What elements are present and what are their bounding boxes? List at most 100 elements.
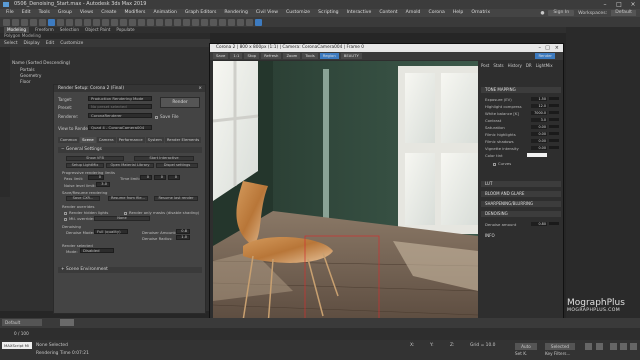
menu-content[interactable]: Content <box>379 9 397 17</box>
setup-lightmix-button[interactable]: Setup LightMix <box>66 163 104 168</box>
render-setup-icon[interactable] <box>237 18 244 26</box>
bloom-glare-header[interactable]: BLOOM AND GLARE <box>481 191 561 197</box>
menu-help[interactable]: Help <box>453 9 463 17</box>
percent-snap-icon[interactable] <box>156 18 163 26</box>
menu-modifiers[interactable]: Modifiers <box>124 9 145 17</box>
undo-icon[interactable] <box>3 18 10 26</box>
vfb-refresh-button[interactable]: Refresh <box>261 53 282 59</box>
move-icon[interactable] <box>84 18 91 26</box>
panel-tab-stats[interactable]: Stats <box>493 63 503 68</box>
info-header[interactable]: INFO <box>481 233 561 239</box>
sharpening-header[interactable]: SHARPENING/BLURRING <box>481 201 561 207</box>
save-cxr-button[interactable]: Save CXR... <box>66 196 100 201</box>
schematic-icon[interactable] <box>219 18 226 26</box>
render-frame-icon[interactable] <box>246 18 253 26</box>
set-key-button[interactable]: Set K. <box>515 351 527 356</box>
key-filters-button[interactable]: Key Filters... <box>545 351 570 356</box>
denoise-amount-slider[interactable] <box>549 222 559 225</box>
filmic-shadows-value[interactable]: 0.00 <box>531 139 547 143</box>
zoom-icon[interactable] <box>610 343 617 350</box>
vfb-save-button[interactable]: Save <box>213 53 229 59</box>
sign-in-button[interactable]: Sign In <box>548 10 575 16</box>
vfb-tools-button[interactable]: Tools <box>302 53 318 59</box>
exposure-value[interactable]: 1.50 <box>531 97 547 101</box>
menu-ornatrix[interactable]: Ornatrix <box>471 9 490 17</box>
color-tint-swatch[interactable] <box>527 153 547 157</box>
open-material-library-button[interactable]: Open Material Library <box>106 163 154 168</box>
start-interactive-button[interactable]: Start Interactive <box>134 156 194 161</box>
close-icon[interactable]: × <box>198 85 202 92</box>
window-crossing-icon[interactable] <box>75 18 82 26</box>
resume-file-button[interactable]: Resume from file... <box>108 196 148 201</box>
select-icon[interactable] <box>48 18 55 26</box>
scene-tab-select[interactable]: Select <box>4 41 18 46</box>
menu-create[interactable]: Create <box>101 9 116 17</box>
tab-common[interactable]: Common <box>58 137 80 143</box>
play-icon[interactable] <box>585 343 592 350</box>
maximize-icon[interactable]: □ <box>545 44 550 52</box>
vfb-stop-button[interactable]: Stop <box>244 53 260 59</box>
redo-icon[interactable] <box>12 18 19 26</box>
render-production-icon[interactable] <box>255 18 262 26</box>
denoising-header[interactable]: DENOISING <box>481 211 561 217</box>
dispel-settings-button[interactable]: Dispel settings <box>156 163 198 168</box>
target-dropdown[interactable]: Production Rendering Mode <box>88 96 152 101</box>
denoise-mode-dropdown[interactable]: Full (quality) <box>94 229 128 234</box>
region-select-icon[interactable] <box>66 18 73 26</box>
tab-render-elements[interactable]: Render Elements <box>164 137 202 143</box>
white-balance-slider[interactable] <box>549 111 559 114</box>
resume-last-button[interactable]: Resume last render <box>154 196 198 201</box>
renderer-dropdown[interactable]: CoronaRenderer <box>88 113 152 118</box>
menu-group[interactable]: Group <box>58 9 72 17</box>
link-icon[interactable] <box>21 18 28 26</box>
scene-header-name[interactable]: Name (Sorted Descending) <box>12 61 70 66</box>
denoiser-amount-spinner[interactable]: 0.8 <box>176 229 190 234</box>
panel-tab-lightmix[interactable]: LightMix <box>536 63 553 68</box>
exposure-slider[interactable] <box>549 97 559 100</box>
select-by-name-icon[interactable] <box>57 18 64 26</box>
tone-mapping-header[interactable]: TONE MAPPING <box>481 87 561 93</box>
save-file-checkbox[interactable]: Save File <box>155 114 179 119</box>
next-frame-icon[interactable] <box>596 343 603 350</box>
scene-tab-display[interactable]: Display <box>24 41 40 46</box>
vfb-channel-dropdown[interactable]: BEAUTY <box>340 53 362 59</box>
menu-customize[interactable]: Customize <box>286 9 310 17</box>
menu-interactive[interactable]: Interactive <box>347 9 372 17</box>
selected-dropdown[interactable]: Selected <box>545 343 575 350</box>
menu-tools[interactable]: Tools <box>39 9 50 17</box>
layers-icon[interactable] <box>201 18 208 26</box>
spinner-snap-icon[interactable] <box>165 18 172 26</box>
layer-dropdown[interactable]: Default <box>2 319 42 326</box>
workspace-dropdown[interactable]: Default <box>611 10 636 16</box>
menu-graph-editors[interactable]: Graph Editors <box>185 9 217 17</box>
rotate-icon[interactable] <box>93 18 100 26</box>
tab-system[interactable]: System <box>145 137 164 143</box>
tab-performance[interactable]: Performance <box>116 137 145 143</box>
align-icon[interactable] <box>192 18 199 26</box>
placement-icon[interactable] <box>111 18 118 26</box>
menu-views[interactable]: Views <box>80 9 93 17</box>
close-icon[interactable]: × <box>555 44 559 52</box>
unlink-icon[interactable] <box>30 18 37 26</box>
menu-edit[interactable]: Edit <box>22 9 31 17</box>
panel-tab-history[interactable]: History <box>508 63 522 68</box>
vfb-zoom-ratio-button[interactable]: 1:1 <box>230 53 243 59</box>
contrast-value[interactable]: 3.0 <box>531 118 547 122</box>
curves-checkbox[interactable]: Curves <box>493 161 511 166</box>
close-icon[interactable]: × <box>626 0 640 9</box>
mirror-icon[interactable] <box>183 18 190 26</box>
filmic-shadows-slider[interactable] <box>549 139 559 142</box>
preset-dropdown[interactable]: No preset selected <box>88 104 152 109</box>
render-hidden-checkbox[interactable]: Render hidden lights <box>64 210 108 215</box>
panel-tab-dr[interactable]: DR <box>526 63 532 68</box>
render-masks-checkbox[interactable]: Render only masks (disable shading) <box>124 210 199 215</box>
auto-key-button[interactable]: Auto <box>515 343 537 350</box>
time-limit-m[interactable]: 0 <box>154 175 166 180</box>
mtl-override-checkbox[interactable]: Mtl. override: <box>64 216 94 221</box>
menu-animation[interactable]: Animation <box>153 9 176 17</box>
minimize-icon[interactable]: – <box>539 44 542 52</box>
pass-limit-spinner[interactable]: 0 <box>88 175 104 180</box>
highlight-compress-value[interactable]: 12.0 <box>531 104 547 108</box>
time-limit-s[interactable]: 0 <box>168 175 180 180</box>
scene-tab-edit[interactable]: Edit <box>46 41 55 46</box>
